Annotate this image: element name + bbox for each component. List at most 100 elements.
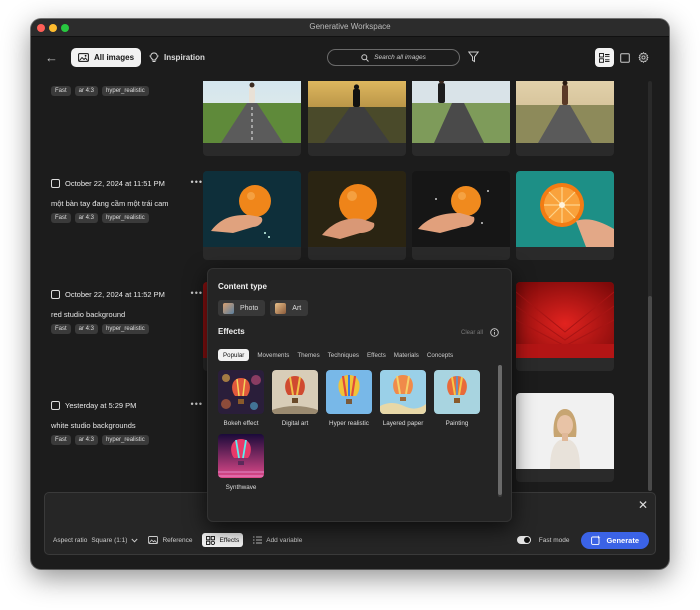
photo-thumbnail bbox=[223, 302, 234, 314]
tag: hyper_realistic bbox=[102, 324, 149, 334]
info-icon[interactable] bbox=[490, 328, 499, 337]
tag: ar 4:3 bbox=[74, 86, 99, 96]
generated-image[interactable] bbox=[412, 171, 510, 260]
generated-image[interactable] bbox=[203, 81, 301, 156]
tag-list: Fast ar 4:3 hyper_realistic bbox=[51, 435, 201, 445]
add-variable-label: Add variable bbox=[266, 536, 303, 544]
list-icon bbox=[253, 536, 263, 544]
tag-list: Fast ar 4:3 hyper_realistic bbox=[51, 86, 201, 96]
all-images-tab[interactable]: All images bbox=[71, 48, 142, 67]
window-title: Generative Workspace bbox=[309, 22, 391, 31]
effect-painting[interactable]: Painting bbox=[434, 370, 480, 427]
effect-layered-paper[interactable]: Layered paper bbox=[380, 370, 426, 427]
image-icon bbox=[78, 53, 89, 62]
history-item: Fast ar 4:3 hyper_realistic bbox=[51, 81, 201, 96]
grid-view-icon bbox=[599, 52, 610, 63]
tab-techniques[interactable]: Techniques bbox=[328, 349, 359, 361]
search-input[interactable]: Search all images bbox=[327, 49, 460, 66]
toggle-switch[interactable] bbox=[516, 536, 531, 544]
generated-image[interactable] bbox=[412, 81, 510, 156]
add-variable-button[interactable]: Add variable bbox=[253, 533, 302, 547]
title-bar: Generative Workspace bbox=[31, 19, 669, 37]
effect-bokeh[interactable]: Bokeh effect bbox=[218, 370, 264, 427]
more-options-icon[interactable]: ••• bbox=[191, 399, 203, 409]
lightbulb-icon bbox=[149, 52, 159, 62]
history-date: Yesterday at 5:29 PM bbox=[65, 400, 137, 410]
select-checkbox[interactable] bbox=[51, 289, 60, 299]
effect-hyper-realistic[interactable]: Hyper realistic bbox=[326, 370, 372, 427]
generate-button[interactable]: Generate bbox=[581, 531, 649, 549]
effect-label: Bokeh effect bbox=[223, 420, 259, 427]
effect-label: Digital art bbox=[281, 420, 309, 427]
generated-image[interactable] bbox=[203, 171, 301, 260]
history-item: Yesterday at 5:29 PM ••• white studio ba… bbox=[51, 399, 203, 445]
history-item: October 22, 2024 at 11:51 PM ••• một bàn… bbox=[51, 177, 203, 223]
history-prompt: một bàn tay đang cầm một trái cam bbox=[51, 199, 169, 208]
history-date: October 22, 2024 at 11:51 PM bbox=[65, 178, 165, 188]
tag-list: Fast ar 4:3 hyper_realistic bbox=[51, 213, 201, 223]
history-list: Fast ar 4:3 hyper_realistic October 22, … bbox=[31, 81, 203, 491]
tag: Fast bbox=[51, 213, 71, 223]
tag: hyper_realistic bbox=[102, 86, 149, 96]
effect-digital-art[interactable]: Digital art bbox=[272, 370, 318, 427]
generated-image[interactable] bbox=[516, 171, 614, 260]
history-item: October 22, 2024 at 11:52 PM ••• red stu… bbox=[51, 288, 203, 334]
tab-movements[interactable]: Movements bbox=[257, 349, 289, 361]
reference-label: Reference bbox=[162, 536, 193, 544]
fast-mode-toggle[interactable]: Fast mode bbox=[516, 533, 570, 547]
effect-synthwave[interactable]: Synthwave bbox=[218, 434, 264, 491]
chevron-down-icon bbox=[131, 538, 139, 543]
generated-image[interactable] bbox=[516, 81, 614, 156]
generated-image[interactable] bbox=[516, 393, 614, 482]
generated-image[interactable] bbox=[308, 81, 406, 156]
effects-scrollbar[interactable] bbox=[498, 365, 502, 497]
select-checkbox[interactable] bbox=[51, 400, 60, 410]
generate-label: Generate bbox=[606, 535, 639, 545]
image-icon bbox=[148, 536, 159, 544]
tab-themes[interactable]: Themes bbox=[297, 349, 319, 361]
select-checkbox[interactable] bbox=[51, 178, 60, 188]
generated-image[interactable] bbox=[308, 171, 406, 260]
clear-all-button[interactable]: Clear all bbox=[461, 330, 483, 336]
content-type-photo[interactable]: Photo bbox=[218, 300, 266, 316]
tab-concepts[interactable]: Concepts bbox=[427, 349, 453, 361]
inspiration-tab[interactable]: Inspiration bbox=[149, 48, 205, 67]
history-prompt: white studio backgrounds bbox=[51, 421, 136, 430]
more-options-icon[interactable]: ••• bbox=[191, 177, 203, 187]
aspect-ratio-label: Aspect ratio bbox=[53, 536, 88, 544]
settings-button[interactable] bbox=[636, 48, 650, 67]
grid-view-button[interactable] bbox=[595, 48, 614, 67]
generated-image[interactable] bbox=[516, 282, 614, 371]
tag: hyper_realistic bbox=[102, 213, 149, 223]
inspiration-label: Inspiration bbox=[164, 53, 205, 62]
filter-icon[interactable] bbox=[468, 51, 479, 63]
app-window: Generative Workspace ← All images Inspir… bbox=[31, 19, 669, 569]
tag-list: Fast ar 4:3 hyper_realistic bbox=[51, 324, 201, 334]
gallery-scrollbar[interactable] bbox=[648, 81, 652, 491]
effect-label: Hyper realistic bbox=[329, 420, 369, 427]
tag: ar 4:3 bbox=[74, 435, 99, 445]
square-icon bbox=[620, 52, 630, 63]
tab-effects[interactable]: Effects bbox=[367, 349, 386, 361]
tab-materials[interactable]: Materials bbox=[394, 349, 419, 361]
search-icon bbox=[361, 53, 370, 62]
reference-button[interactable]: Reference bbox=[148, 533, 192, 547]
fast-mode-label: Fast mode bbox=[538, 536, 570, 544]
content-type-art[interactable]: Art bbox=[270, 300, 309, 316]
art-thumbnail bbox=[275, 302, 287, 314]
effects-button[interactable]: Effects bbox=[202, 533, 244, 547]
aspect-ratio-select[interactable]: Aspect ratio Square (1:1) bbox=[53, 533, 139, 547]
tag: Fast bbox=[51, 324, 71, 334]
more-options-icon[interactable]: ••• bbox=[191, 288, 203, 298]
content-type-options: Photo Art bbox=[218, 300, 309, 316]
back-arrow-icon[interactable]: ← bbox=[45, 50, 58, 65]
tag: Fast bbox=[51, 86, 71, 96]
close-icon[interactable]: ✕ bbox=[638, 498, 648, 512]
effects-popup: Content type Photo Art Effects Clear all… bbox=[207, 268, 512, 522]
tab-popular[interactable]: Popular bbox=[218, 349, 250, 361]
single-view-button[interactable] bbox=[618, 48, 632, 67]
effects-icon bbox=[206, 535, 216, 545]
content-type-label: Art bbox=[292, 304, 302, 312]
gear-icon bbox=[637, 52, 649, 63]
tag: ar 4:3 bbox=[74, 324, 99, 334]
